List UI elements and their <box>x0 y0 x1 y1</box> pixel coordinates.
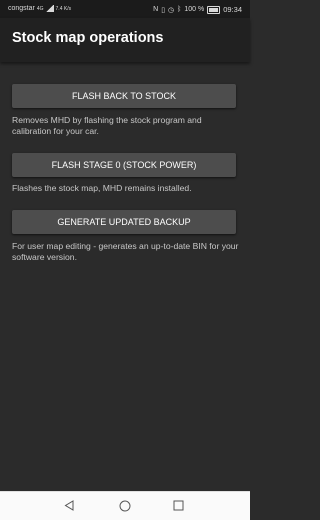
vibrate-icon: ▯ <box>161 6 166 14</box>
clock: 09:34 <box>223 5 242 14</box>
nfc-icon: N <box>153 6 159 13</box>
network-type: 4G <box>36 5 44 12</box>
alarm-icon: ◷ <box>168 6 175 14</box>
battery-percent: 100 % <box>184 6 205 13</box>
flash-back-to-stock-button[interactable]: FLASH BACK TO STOCK <box>12 84 236 108</box>
generate-updated-backup-button[interactable]: GENERATE UPDATED BACKUP <box>12 210 236 234</box>
navigation-bar <box>0 491 250 520</box>
battery-icon <box>207 5 221 14</box>
signal-icon <box>45 5 54 12</box>
carrier-name: congstar <box>8 5 35 12</box>
page-title: Stock map operations <box>12 30 164 46</box>
app-bar: Stock map operations <box>0 18 250 62</box>
generate-updated-backup-description: For user map editing - generates an up-t… <box>12 241 239 262</box>
status-left: congstar 4G 7.4 K/s <box>8 5 71 12</box>
recents-icon[interactable] <box>173 500 184 511</box>
home-icon[interactable] <box>119 500 131 512</box>
status-right: N ▯ ◷ ᛒ 100 % 09:34 <box>153 5 242 14</box>
data-rate: 7.4 K/s <box>55 5 72 12</box>
flash-stage-0-description: Flashes the stock map, MHD remains insta… <box>12 183 192 193</box>
bluetooth-icon: ᛒ <box>177 6 182 13</box>
flash-stage-0-button[interactable]: FLASH STAGE 0 (STOCK POWER) <box>12 153 236 177</box>
status-bar: congstar 4G 7.4 K/s N ▯ ◷ ᛒ 100 % 09:34 <box>0 0 250 18</box>
back-icon[interactable] <box>64 500 75 511</box>
flash-back-to-stock-description: Removes MHD by flashing the stock progra… <box>12 115 202 136</box>
